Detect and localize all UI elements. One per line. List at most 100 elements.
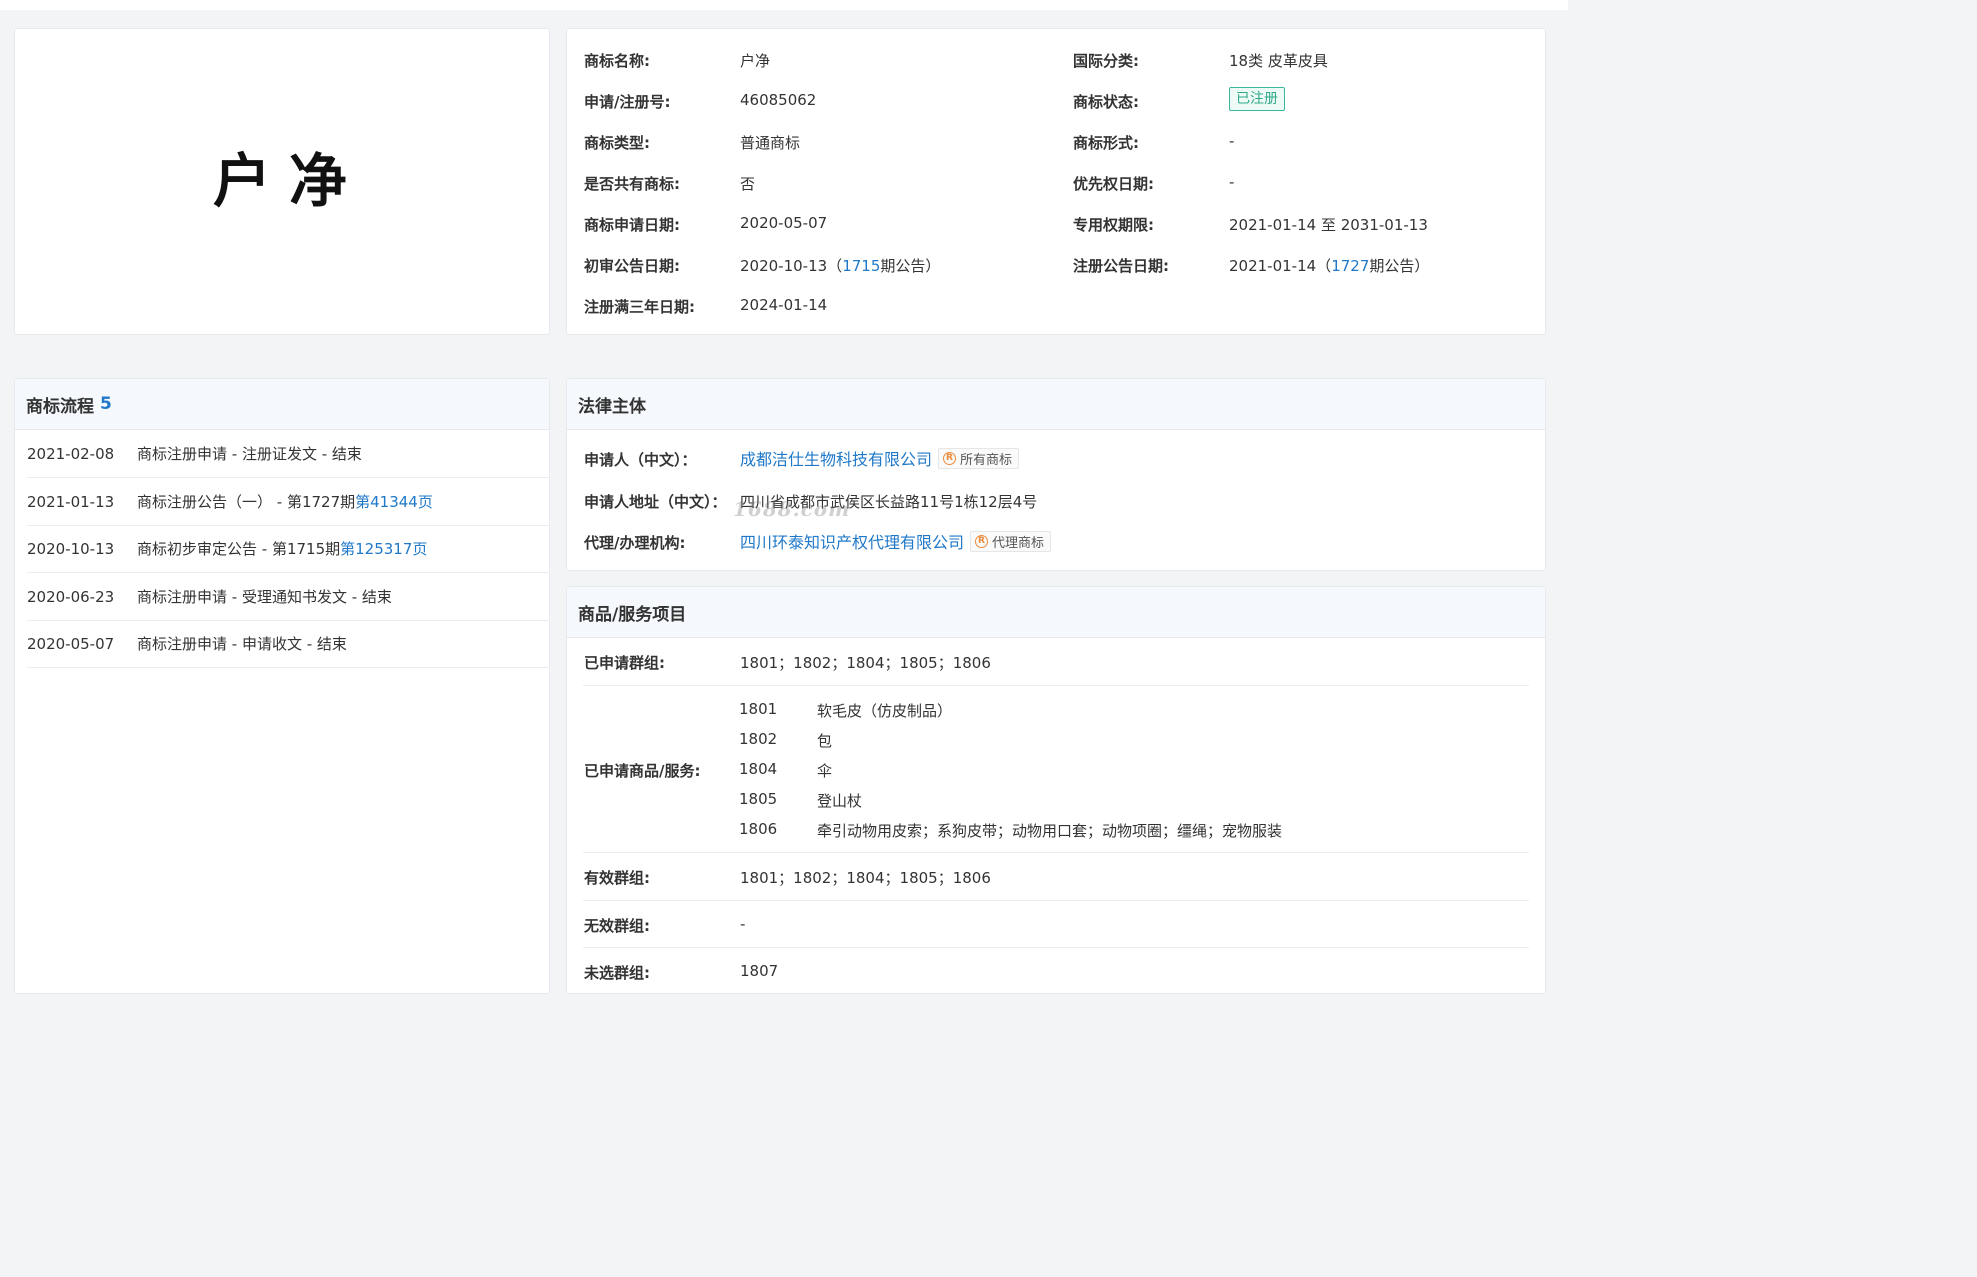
agent-trademarks-tag[interactable]: R 代理商标 [970,530,1052,552]
goods-services-panel: 商品/服务项目 已申请群组: 1801；1802；1804；1805；1806 … [566,586,1546,994]
watermark-text: 1688.com [733,497,851,521]
status-badge: 已注册 [1229,87,1285,111]
flow-row: 2020-10-13 商标初步审定公告 - 第1715期 第125317页 [27,525,550,573]
applied-goods-label: 已申请商品/服务: [584,762,701,780]
flow-date: 2021-01-13 [27,492,115,511]
flow-text: 商标注册申请 - 申请收文 - 结束 [137,635,347,653]
trademark-flow-panel: 商标流程 5 2021-02-08 商标注册申请 - 注册证发文 - 结束 20… [14,378,550,994]
shared-label: 是否共有商标: [584,175,680,193]
regpub-label: 注册公告日期: [1073,257,1169,275]
flow-header: 商标流程 5 [15,379,549,430]
priority-label: 优先权日期: [1073,175,1154,193]
invalid-groups-label: 无效群组: [584,917,650,935]
registered-icon: R [975,534,989,548]
flow-row: 2021-02-08 商标注册申请 - 注册证发文 - 结束 [27,430,550,478]
legal-title: 法律主体 [578,396,646,417]
trademark-image-panel: 户净 [14,28,550,335]
name-label: 商标名称: [584,52,650,70]
prelim-issue-link[interactable]: 1715 [842,257,880,275]
flow-row: 2020-05-07 商标注册申请 - 申请收文 - 结束 [27,620,550,668]
exclusive-value: 2021-01-14 至 2031-01-13 [1229,216,1428,234]
regno-label: 申请/注册号: [584,93,671,111]
applied-groups-label: 已申请群组: [584,654,665,672]
address-label: 申请人地址（中文）： [584,493,727,511]
status-badge-text: 已注册 [1229,87,1285,111]
class-value: 18类 皮革皮具 [1229,52,1328,70]
type-value: 普通商标 [740,134,801,152]
applicant-label: 申请人（中文）： [584,451,697,469]
goods-code: 1802 [739,730,778,748]
form-label: 商标形式: [1073,134,1139,152]
flow-page-link[interactable]: 第41344页 [355,491,433,512]
agent-trademarks-label: 代理商标 [992,535,1045,551]
goods-desc: 伞 [817,762,833,780]
goods-code: 1804 [739,760,778,778]
applicant-link[interactable]: 成都洁仕生物科技有限公司 [740,446,932,470]
registered-icon: R [943,451,957,465]
applicant-value-wrap: 成都洁仕生物科技有限公司 R 所有商标 [740,446,1020,470]
trademark-info-panel: 商标名称: 户净 国际分类: 18类 皮革皮具 申请/注册号: 46085062… [566,28,1546,335]
flow-date: 2020-10-13 [27,539,115,558]
flow-text: 商标初步审定公告 - 第1715期 [137,540,341,558]
regno-value: 46085062 [740,91,817,109]
type-label: 商标类型: [584,134,650,152]
legal-header: 法律主体 [567,379,1545,430]
flow-date: 2020-05-07 [27,634,115,653]
valid-groups-value: 1801；1802；1804；1805；1806 [740,869,991,887]
class-label: 国际分类: [1073,52,1139,70]
flow-date: 2020-06-23 [27,587,115,606]
flow-count: 5 [100,394,112,414]
regpub-issue-link[interactable]: 1727 [1331,257,1369,275]
prelim-suffix: 期公告） [880,257,941,275]
appdate-value: 2020-05-07 [740,214,828,232]
applied-groups-value: 1801；1802；1804；1805；1806 [740,654,991,672]
regpub-value: 2021-01-14（1727期公告） [1229,255,1429,276]
agent-value-wrap: 四川环泰知识产权代理有限公司 R 代理商标 [740,529,1052,553]
goods-code: 1806 [739,820,778,838]
goods-desc: 包 [817,732,833,750]
appdate-label: 商标申请日期: [584,216,680,234]
flow-text: 商标注册申请 - 受理通知书发文 - 结束 [137,588,392,606]
invalid-groups-value: - [740,915,746,933]
threeyear-label: 注册满三年日期: [584,298,695,316]
all-trademarks-tag[interactable]: R 所有商标 [938,447,1020,469]
valid-groups-label: 有效群组: [584,869,650,887]
trademark-image: 户净 [15,29,551,329]
threeyear-value: 2024-01-14 [740,296,828,314]
agent-link[interactable]: 四川环泰知识产权代理有限公司 [740,529,964,553]
agent-label: 代理/办理机构: [584,534,686,552]
goods-desc: 牵引动物用皮索；系狗皮带；动物用口套；动物项圈；缰绳；宠物服装 [817,822,1283,840]
goods-desc: 登山杖 [817,792,863,810]
unselected-groups-label: 未选群组: [584,964,650,982]
status-label: 商标状态: [1073,93,1139,111]
regpub-date: 2021-01-14（ [1229,257,1332,275]
flow-text: 商标注册申请 - 注册证发文 - 结束 [137,445,362,463]
goods-title: 商品/服务项目 [578,604,687,625]
exclusive-label: 专用权期限: [1073,216,1154,234]
prelim-value: 2020-10-13（1715期公告） [740,255,940,276]
priority-value: - [1229,173,1235,191]
all-trademarks-label: 所有商标 [960,452,1013,468]
prelim-date: 2020-10-13（ [740,257,843,275]
flow-row: 2020-06-23 商标注册申请 - 受理通知书发文 - 结束 [27,573,550,621]
goods-header: 商品/服务项目 [567,587,1545,638]
flow-title: 商标流程 [26,396,94,417]
divider [583,852,1529,853]
divider [583,900,1529,901]
form-value: - [1229,132,1235,150]
divider [583,685,1529,686]
name-value: 户净 [740,52,771,70]
top-strip [0,0,1568,10]
shared-value: 否 [740,175,756,193]
goods-code: 1805 [739,790,778,808]
flow-page-link[interactable]: 第125317页 [340,538,427,559]
trademark-mark-text: 户净 [212,147,365,215]
goods-code: 1801 [739,700,778,718]
regpub-suffix: 期公告） [1369,257,1430,275]
flow-date: 2021-02-08 [27,444,115,463]
flow-text: 商标注册公告（一） - 第1727期 [137,493,356,511]
prelim-label: 初审公告日期: [584,257,680,275]
goods-desc: 软毛皮（仿皮制品） [817,702,953,720]
unselected-groups-value: 1807 [740,962,779,980]
legal-subject-panel: 法律主体 申请人（中文）： 成都洁仕生物科技有限公司 R 所有商标 申请人地址（… [566,378,1546,571]
